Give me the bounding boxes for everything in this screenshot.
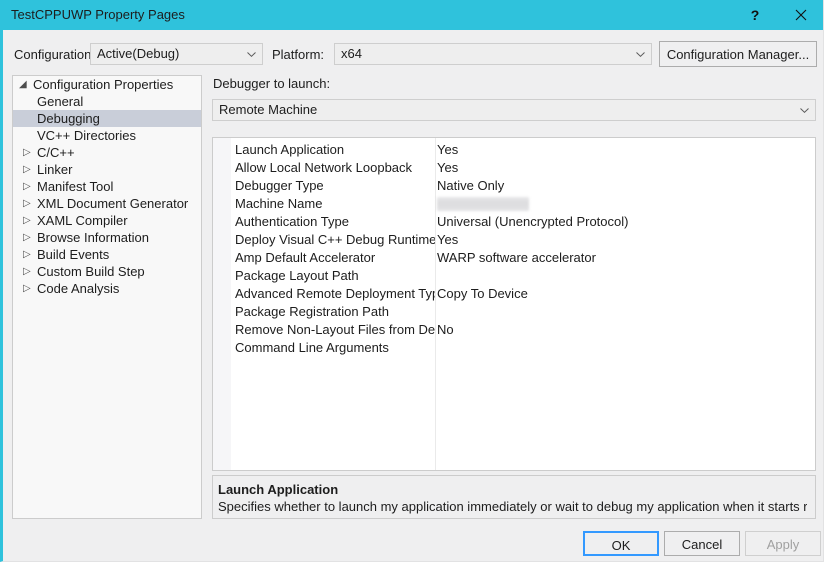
property-pages-dialog: TestCPPUWP Property Pages ? Configuratio… bbox=[0, 0, 824, 562]
property-name: Package Registration Path bbox=[235, 304, 389, 319]
tree-item-general[interactable]: General bbox=[13, 93, 201, 110]
configuration-select[interactable]: Active(Debug) bbox=[90, 43, 263, 65]
tree-item-manifest-tool[interactable]: ▷ Manifest Tool bbox=[13, 178, 201, 195]
configuration-value: Active(Debug) bbox=[97, 46, 180, 61]
property-row[interactable]: Package Layout Path bbox=[213, 267, 815, 285]
property-name: Launch Application bbox=[235, 142, 345, 157]
tree-collapsed-arrow-icon[interactable]: ▷ bbox=[23, 161, 37, 178]
tree-item-label: Linker bbox=[37, 162, 73, 177]
tree-item-debugging[interactable]: Debugging bbox=[13, 110, 201, 127]
property-value[interactable]: WARP software accelerator bbox=[437, 249, 811, 267]
ok-button[interactable]: OK bbox=[583, 531, 659, 556]
configuration-label: Configuration: bbox=[14, 47, 95, 62]
configuration-tree[interactable]: ◢ Configuration Properties General Debuggin… bbox=[12, 75, 202, 519]
apply-button[interactable]: Apply bbox=[745, 531, 821, 556]
description-pane: Launch Application Specifies whether to … bbox=[212, 475, 816, 519]
property-row[interactable]: Package Registration Path bbox=[213, 303, 815, 321]
tree-expanded-arrow-icon[interactable]: ◢ bbox=[19, 76, 33, 93]
tree-item-build-events[interactable]: ▷ Build Events bbox=[13, 246, 201, 263]
property-name: Advanced Remote Deployment Type bbox=[235, 286, 435, 301]
tree-item-label: C/C++ bbox=[37, 145, 75, 160]
property-name: Command Line Arguments bbox=[235, 340, 389, 355]
property-row[interactable]: Remove Non-Layout Files from DeviceNo bbox=[213, 321, 815, 339]
tree-item-label: XAML Compiler bbox=[37, 213, 128, 228]
property-row[interactable]: Debugger Type Native Only bbox=[213, 177, 815, 195]
property-value[interactable]: Yes bbox=[437, 231, 811, 249]
property-row[interactable]: Machine Name bbox=[213, 195, 815, 213]
close-button[interactable] bbox=[778, 0, 823, 30]
property-name: Deploy Visual C++ Debug Runtime Librarie… bbox=[235, 232, 435, 247]
chevron-down-icon bbox=[247, 52, 256, 57]
property-value[interactable]: Native Only bbox=[437, 177, 811, 195]
property-name: Remove Non-Layout Files from Device bbox=[235, 322, 435, 337]
question-mark-icon: ? bbox=[750, 7, 760, 23]
tree-item-configuration-properties[interactable]: ◢ Configuration Properties bbox=[13, 76, 201, 93]
debugger-to-launch-value: Remote Machine bbox=[219, 102, 318, 117]
property-row[interactable]: Launch Application Yes bbox=[213, 141, 815, 159]
tree-item-label: Custom Build Step bbox=[37, 264, 145, 279]
property-name: Machine Name bbox=[235, 196, 323, 211]
property-name: Allow Local Network Loopback bbox=[235, 160, 413, 175]
tree-collapsed-arrow-icon[interactable]: ▷ bbox=[23, 280, 37, 297]
platform-select[interactable]: x64 bbox=[334, 43, 652, 65]
tree-item-label: Code Analysis bbox=[37, 281, 120, 296]
redacted-value bbox=[437, 197, 529, 211]
cancel-button[interactable]: Cancel bbox=[664, 531, 740, 556]
tree-item-xml-document-generator[interactable]: ▷ XML Document Generator bbox=[13, 195, 201, 212]
property-row[interactable]: Authentication Type Universal (Unencrypte… bbox=[213, 213, 815, 231]
tree-collapsed-arrow-icon[interactable]: ▷ bbox=[23, 195, 37, 212]
description-title: Launch Application bbox=[218, 482, 339, 497]
title-bar: TestCPPUWP Property Pages ? bbox=[3, 0, 823, 30]
tree-item-label: VC++ Directories bbox=[37, 128, 136, 143]
chevron-down-icon bbox=[800, 108, 809, 113]
property-grid[interactable]: Launch Application Yes Allow Local Network… bbox=[212, 137, 816, 471]
tree-item-custom-build-step[interactable]: ▷ Custom Build Step bbox=[13, 263, 201, 280]
platform-label: Platform: bbox=[272, 47, 325, 62]
debugging-page: Debugger to launch: Remote Machine Launc… bbox=[212, 75, 817, 519]
tree-item-label: Debugging bbox=[37, 111, 100, 126]
tree-collapsed-arrow-icon[interactable]: ▷ bbox=[23, 178, 37, 195]
tree-item-xaml-compiler[interactable]: ▷ XAML Compiler bbox=[13, 212, 201, 229]
platform-value: x64 bbox=[341, 46, 362, 61]
property-name: Debugger Type bbox=[235, 178, 324, 193]
property-name: Package Layout Path bbox=[235, 268, 359, 283]
tree-collapsed-arrow-icon[interactable]: ▷ bbox=[23, 246, 37, 263]
tree-item-label: Configuration Properties bbox=[33, 77, 174, 92]
tree-item-c-c[interactable]: ▷ C/C++ bbox=[13, 144, 201, 161]
help-button[interactable]: ? bbox=[732, 0, 778, 30]
property-row[interactable]: Amp Default Accelerator WARP software acc… bbox=[213, 249, 815, 267]
tree-collapsed-arrow-icon[interactable]: ▷ bbox=[23, 212, 37, 229]
tree-item-vc-directories[interactable]: VC++ Directories bbox=[13, 127, 201, 144]
property-row[interactable]: Deploy Visual C++ Debug Runtime Librarie… bbox=[213, 231, 815, 249]
tree-collapsed-arrow-icon[interactable]: ▷ bbox=[23, 229, 37, 246]
debugger-to-launch-label: Debugger to launch: bbox=[213, 76, 331, 91]
tree-item-label: General bbox=[37, 94, 84, 109]
property-value[interactable]: Yes bbox=[437, 159, 811, 177]
property-row[interactable]: Command Line Arguments bbox=[213, 339, 815, 357]
tree-item-browse-information[interactable]: ▷ Browse Information bbox=[13, 229, 201, 246]
property-value[interactable]: Universal (Unencrypted Protocol) bbox=[437, 213, 811, 231]
property-value[interactable]: Copy To Device bbox=[437, 285, 811, 303]
tree-collapsed-arrow-icon[interactable]: ▷ bbox=[23, 263, 37, 280]
configuration-manager-button[interactable]: Configuration Manager... bbox=[659, 41, 817, 67]
close-x-icon bbox=[795, 9, 807, 21]
property-value[interactable]: No bbox=[437, 321, 811, 339]
property-row[interactable]: Allow Local Network Loopback Yes bbox=[213, 159, 815, 177]
window-title: TestCPPUWP Property Pages bbox=[11, 7, 185, 22]
property-name: Amp Default Accelerator bbox=[235, 250, 376, 265]
tree-item-label: Manifest Tool bbox=[37, 179, 114, 194]
tree-item-label: Build Events bbox=[37, 247, 110, 262]
tree-collapsed-arrow-icon[interactable]: ▷ bbox=[23, 144, 37, 161]
description-text: Specifies whether to launch my applicati… bbox=[218, 499, 807, 514]
property-value[interactable]: Yes bbox=[437, 141, 811, 159]
tree-item-code-analysis[interactable]: ▷ Code Analysis bbox=[13, 280, 201, 297]
chevron-down-icon bbox=[636, 52, 645, 57]
tree-item-label: Browse Information bbox=[37, 230, 149, 245]
property-row[interactable]: Advanced Remote Deployment Type Copy To D… bbox=[213, 285, 815, 303]
tree-item-linker[interactable]: ▷ Linker bbox=[13, 161, 201, 178]
property-name: Authentication Type bbox=[235, 214, 349, 229]
debugger-to-launch-select[interactable]: Remote Machine bbox=[212, 99, 816, 121]
tree-item-label: XML Document Generator bbox=[37, 196, 189, 211]
